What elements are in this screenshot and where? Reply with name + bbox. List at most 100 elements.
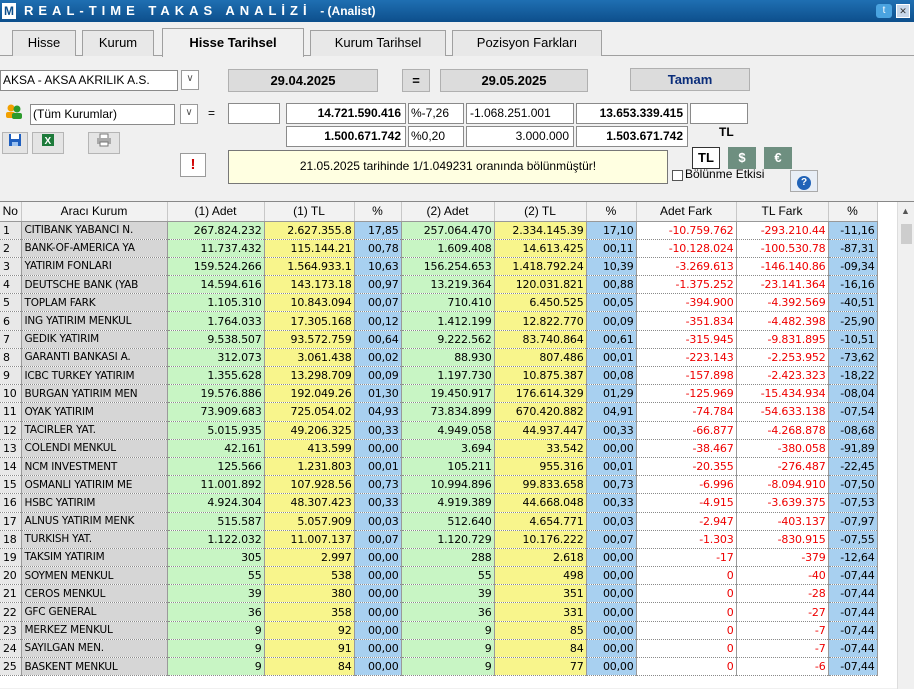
table-row[interactable]: 15 OSMANLI YATIRIM ME 11.001.892 107.928.56…: [0, 475, 878, 495]
tab-kurum[interactable]: Kurum: [82, 30, 154, 56]
table-row[interactable]: 12 TACIRLER YAT. 5.015.935 49.206.325 00,33 4…: [0, 421, 878, 440]
extra-input[interactable]: [690, 103, 748, 124]
table-cell: 11.007.137: [264, 530, 355, 549]
save-icon[interactable]: [2, 132, 28, 154]
table-cell: 73.834.899: [401, 402, 495, 422]
table-cell: 0: [636, 602, 737, 622]
column-header[interactable]: Adet Fark: [636, 202, 737, 222]
table-cell: 4: [0, 275, 22, 295]
table-row[interactable]: 22 GFC GENERAL 36 358 00,00 36 331 00,00 0 -27 -07…: [0, 602, 878, 622]
table-row[interactable]: 17 ALNUS YATIRIM MENK 515.587 5.057.909 00,0…: [0, 512, 878, 531]
users-icon[interactable]: [2, 103, 26, 125]
table-cell: 1.231.803: [264, 457, 355, 477]
table-cell: 725.054.02: [264, 402, 355, 422]
column-header[interactable]: (2) TL: [494, 202, 587, 222]
start-date[interactable]: 29.04.2025: [228, 69, 378, 92]
table-cell: TOPLAM FARK: [21, 293, 168, 313]
column-header[interactable]: %: [354, 202, 402, 222]
tab-hisse[interactable]: Hisse: [12, 30, 76, 56]
tab-kurum-tarihsel[interactable]: Kurum Tarihsel: [310, 30, 446, 56]
table-cell: 49.206.325: [264, 421, 355, 440]
table-row[interactable]: 23 MERKEZ MENKUL 9 92 00,00 9 85 00,00 0 -7 -07,44: [0, 621, 878, 640]
table-cell: 14.613.425: [494, 239, 587, 258]
column-header[interactable]: Aracı Kurum: [21, 202, 168, 222]
table-row[interactable]: 18 TURKISH YAT. 1.122.032 11.007.137 00,07 1.…: [0, 530, 878, 549]
equals-label: =: [208, 106, 216, 120]
column-header[interactable]: %: [586, 202, 637, 222]
table-row[interactable]: 4 DEUTSCHE BANK (YAB 14.594.616 143.173.18 0…: [0, 275, 878, 295]
column-header[interactable]: (1) TL: [264, 202, 355, 222]
end-date[interactable]: 29.05.2025: [440, 69, 588, 92]
table-row[interactable]: 9 ICBC TURKEY YATIRIM 1.355.628 13.298.709 0…: [0, 366, 878, 386]
table-cell: -20.355: [636, 457, 737, 477]
table-row[interactable]: 2 BANK-OF-AMERICA YA 11.737.432 115.144.21 0…: [0, 239, 878, 258]
tab-pozisyon-farklari[interactable]: Pozisyon Farkları: [452, 30, 602, 56]
table-row[interactable]: 3 YATIRIM FONLARI 159.524.266 1.564.933.1 10…: [0, 257, 878, 277]
table-cell: 00,09: [586, 311, 637, 331]
table-cell: 00,03: [354, 512, 402, 531]
column-header[interactable]: (1) Adet: [167, 202, 265, 222]
filter-input[interactable]: [228, 103, 280, 124]
table-cell: 13: [0, 439, 22, 458]
table-row[interactable]: 6 ING YATIRIM MENKUL 1.764.033 17.305.168 00…: [0, 311, 878, 331]
chevron-down-icon[interactable]: ∨: [181, 70, 199, 90]
table-cell: 358: [264, 602, 355, 622]
table-cell: 55: [167, 566, 265, 586]
table-row[interactable]: 7 GEDIK YATIRIM 9.538.507 93.572.759 00,64 9.…: [0, 330, 878, 349]
table-cell: 1.355.628: [167, 366, 265, 386]
vertical-scrollbar[interactable]: ▲: [897, 202, 914, 689]
close-icon[interactable]: ✕: [896, 4, 910, 18]
scroll-up-icon[interactable]: ▲: [901, 206, 910, 216]
currency-usd-button[interactable]: $: [728, 147, 756, 169]
table-cell: YATIRIM FONLARI: [21, 257, 168, 277]
stock-select[interactable]: AKSA - AKSA AKRILIK A.S.: [0, 70, 178, 91]
table-row[interactable]: 19 TAKSIM YATIRIM 305 2.997 00,00 288 2.618 00,…: [0, 548, 878, 568]
table-row[interactable]: 13 COLENDI MENKUL 42.161 413.599 00,00 3.694 3…: [0, 439, 878, 458]
table-row[interactable]: 24 SAYILGAN MEN. 9 91 00,00 9 84 00,00 0 -7 -07,44: [0, 639, 878, 659]
data-grid[interactable]: No Aracı Kurum (1) Adet (1) TL% (2) Adet (2) …: [0, 201, 914, 689]
table-cell: 2.618: [494, 548, 587, 568]
excel-icon[interactable]: X: [32, 132, 64, 154]
column-header[interactable]: TL Fark: [736, 202, 829, 222]
table-cell: 512.640: [401, 512, 495, 531]
table-row[interactable]: 8 GARANTI BANKASI A. 312.073 3.061.438 00,02…: [0, 348, 878, 368]
tab-hisse-tarihsel[interactable]: Hisse Tarihsel: [162, 28, 304, 57]
column-header[interactable]: (2) Adet: [401, 202, 495, 222]
table-cell: -830.915: [736, 530, 829, 549]
print-icon[interactable]: [88, 132, 120, 154]
table-cell: 92: [264, 621, 355, 640]
table-cell: 380: [264, 584, 355, 604]
table-cell: -17: [636, 548, 737, 568]
table-row[interactable]: 20 SOYMEN MENKUL 55 538 00,00 55 498 00,00 0 -40-…: [0, 566, 878, 586]
table-cell: 21: [0, 584, 22, 604]
split-effect-checkbox[interactable]: [672, 170, 683, 181]
table-cell: 538: [264, 566, 355, 586]
table-row[interactable]: 1 CITIBANK YABANCI N. 267.824.232 2.627.355…: [0, 221, 878, 240]
table-row[interactable]: 25 BASKENT MENKUL 9 84 00,00 9 77 00,00 0 -6 -07,4…: [0, 657, 878, 677]
equals-button[interactable]: =: [402, 69, 430, 92]
institution-select[interactable]: (Tüm Kurumlar): [30, 104, 175, 125]
table-cell: 257.064.470: [401, 221, 495, 240]
twitter-icon[interactable]: t: [876, 4, 892, 18]
table-cell: 413.599: [264, 439, 355, 458]
column-header[interactable]: %: [828, 202, 878, 222]
column-header[interactable]: No: [0, 202, 22, 222]
table-cell: ICBC TURKEY YATIRIM: [21, 366, 168, 386]
table-row[interactable]: 21 CEROS MENKUL 39 380 00,00 39 351 00,00 0 -28 -0…: [0, 584, 878, 604]
table-row[interactable]: 5 TOPLAM FARK 1.105.310 10.843.094 00,07 710.…: [0, 293, 878, 313]
warning-icon[interactable]: !: [180, 153, 206, 177]
scroll-thumb[interactable]: [901, 224, 912, 244]
ok-button[interactable]: Tamam: [630, 68, 750, 91]
table-cell: -07,53: [828, 493, 878, 513]
currency-tl-button[interactable]: TL: [692, 147, 720, 169]
currency-eur-button[interactable]: €: [764, 147, 792, 169]
help-icon[interactable]: ?: [790, 170, 818, 192]
table-cell: 20: [0, 566, 22, 586]
table-row[interactable]: 10 BURGAN YATIRIM MEN 19.576.886 192.049.26…: [0, 384, 878, 404]
table-cell: -7: [736, 621, 829, 640]
table-row[interactable]: 11 OYAK YATIRIM 73.909.683 725.054.02 04,93 7…: [0, 402, 878, 422]
chevron-down-icon[interactable]: ∨: [180, 104, 198, 124]
table-row[interactable]: 16 HSBC YATIRIM 4.924.304 48.307.423 00,33 4.…: [0, 493, 878, 513]
table-cell: 4.654.771: [494, 512, 587, 531]
table-row[interactable]: 14 NCM INVESTMENT 125.566 1.231.803 00,01 105…: [0, 457, 878, 477]
